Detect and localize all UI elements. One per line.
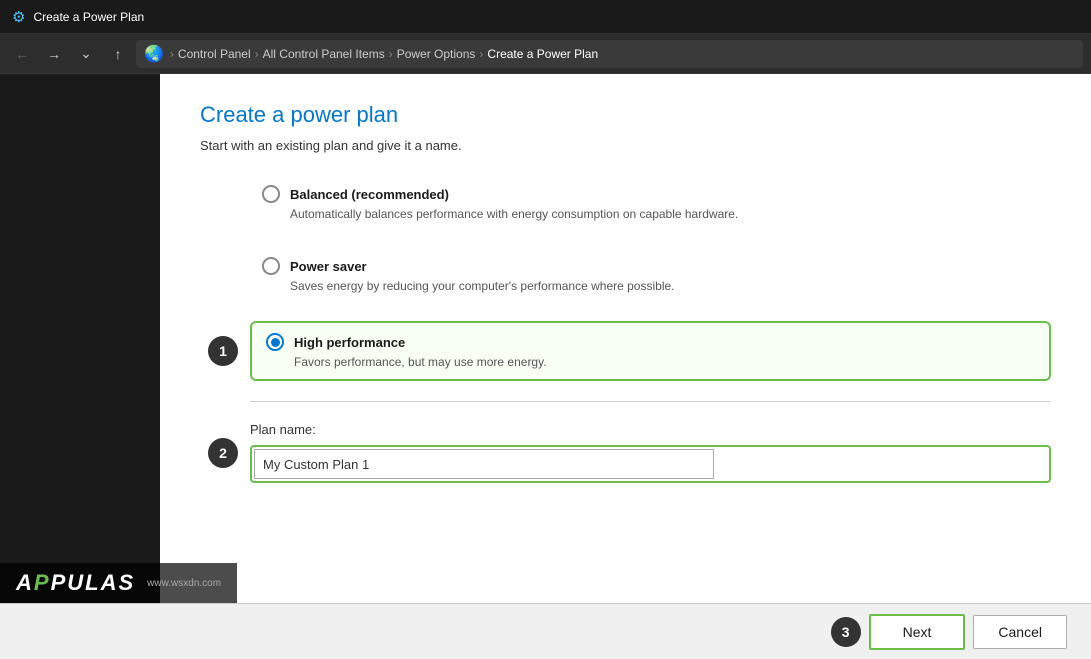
plan-name-label: Plan name: (250, 422, 1051, 437)
section-divider (250, 401, 1051, 402)
dropdown-button[interactable]: ⌄ (72, 40, 100, 68)
plan-balanced-desc: Automatically balances performance with … (290, 207, 1039, 221)
plan-highperf-name: High performance (294, 335, 405, 350)
plan-option-powersaver[interactable]: Power saver Saves energy by reducing you… (250, 249, 1051, 301)
radio-highperf[interactable] (266, 333, 284, 351)
plan-balanced-name: Balanced (recommended) (290, 187, 449, 202)
up-button[interactable]: ↑ (104, 40, 132, 68)
plan-powersaver-desc: Saves energy by reducing your computer's… (290, 279, 1039, 293)
app-window: ⚙ Create a Power Plan ← → ⌄ ↑ 🌏 › Contro… (0, 0, 1091, 659)
step-3-badge: 3 (831, 617, 861, 647)
content-area: Create a power plan Start with an existi… (160, 74, 1091, 659)
plan-name-section-wrapper: 2 Plan name: (250, 422, 1051, 483)
plan-option-highperf-wrapper: 1 High performance Favors performance, b… (250, 321, 1051, 381)
title-bar-icon: ⚙ (12, 8, 25, 26)
step-1-badge: 1 (208, 336, 238, 366)
plan-option-highperf[interactable]: High performance Favors performance, but… (250, 321, 1051, 381)
plan-option-balanced[interactable]: Balanced (recommended) Automatically bal… (250, 177, 1051, 229)
title-bar-text: Create a Power Plan (33, 10, 144, 24)
next-button[interactable]: Next (869, 614, 966, 650)
controlpanel-icon: 🌏 (144, 44, 164, 64)
breadcrumb-poweroptions[interactable]: Power Options (397, 47, 476, 61)
bottom-bar: 3 Next Cancel (0, 603, 1091, 659)
radio-powersaver[interactable] (262, 257, 280, 275)
plan-name-input[interactable] (254, 449, 714, 479)
radio-balanced[interactable] (262, 185, 280, 203)
cancel-button[interactable]: Cancel (973, 615, 1067, 649)
watermark: APPULAS www.wsxdn.com (0, 563, 237, 603)
forward-button[interactable]: → (40, 40, 68, 68)
page-subtitle: Start with an existing plan and give it … (200, 138, 1051, 153)
breadcrumb-controlpanel[interactable]: Control Panel (178, 47, 251, 61)
back-button[interactable]: ← (8, 40, 36, 68)
watermark-logo: APPULAS (16, 570, 135, 596)
plan-name-input-wrapper (250, 445, 1051, 483)
plan-name-section: Plan name: (250, 422, 1051, 483)
breadcrumb-createplan: Create a Power Plan (487, 47, 598, 61)
title-bar: ⚙ Create a Power Plan (0, 0, 1091, 34)
plan-powersaver-name: Power saver (290, 259, 367, 274)
breadcrumb-allitems[interactable]: All Control Panel Items (263, 47, 385, 61)
address-bar: ← → ⌄ ↑ 🌏 › Control Panel › All Control … (0, 34, 1091, 74)
page-title: Create a power plan (200, 102, 1051, 128)
breadcrumb: 🌏 › Control Panel › All Control Panel It… (136, 40, 1083, 68)
step-2-badge: 2 (208, 438, 238, 468)
plan-highperf-desc: Favors performance, but may use more ene… (294, 355, 1035, 369)
watermark-domain: www.wsxdn.com (147, 578, 221, 589)
